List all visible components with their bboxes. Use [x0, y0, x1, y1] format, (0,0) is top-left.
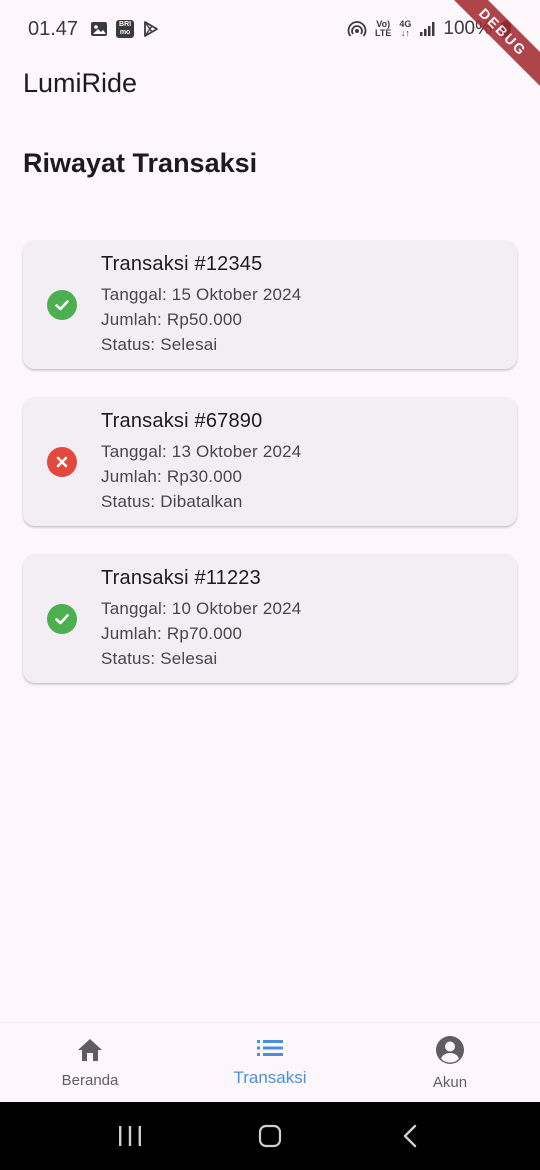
- signal-icon: [419, 21, 435, 37]
- list-icon: [256, 1037, 284, 1064]
- nav-item-transaksi[interactable]: Transaksi: [180, 1023, 360, 1103]
- app-title: LumiRide: [23, 68, 138, 98]
- volte-icon: Vo) LTE: [375, 20, 391, 38]
- bri-mo-icon: BRI mo: [116, 20, 135, 38]
- transaction-amount: Jumlah: Rp70.000: [101, 623, 243, 643]
- transaction-date: Tanggal: 10 Oktober 2024: [101, 598, 302, 618]
- transaction-status: Status: Dibatalkan: [101, 491, 243, 511]
- transaction-title: Transaksi #67890: [101, 409, 263, 432]
- transaction-amount: Jumlah: Rp50.000: [101, 309, 243, 329]
- transaction-body: Transaksi #67890 Tanggal: 13 Oktober 202…: [101, 410, 301, 514]
- transaction-date: Tanggal: 13 Oktober 2024: [101, 441, 302, 461]
- back-icon[interactable]: [380, 1106, 440, 1166]
- play-store-icon: [142, 20, 160, 38]
- transaction-body: Transaksi #12345 Tanggal: 15 Oktober 202…: [101, 253, 301, 357]
- transaction-amount: Jumlah: Rp30.000: [101, 466, 243, 486]
- status-bar: 01.47 BRI mo Vo) LTE 4G ↓↑ 100%: [0, 0, 540, 58]
- check-circle-icon: [47, 289, 77, 320]
- account-circle-icon: [435, 1035, 465, 1070]
- transaction-status: Status: Selesai: [101, 334, 218, 354]
- volte-bottom-text: LTE: [375, 28, 392, 38]
- status-left: 01.47 BRI mo: [28, 18, 160, 41]
- nav-label-akun: Akun: [432, 1073, 468, 1091]
- bottom-navigation: Beranda Transaksi Akun: [0, 1022, 540, 1102]
- status-time: 01.47: [28, 17, 79, 40]
- transaction-date: Tanggal: 15 Oktober 2024: [101, 284, 302, 304]
- nav-label-transaksi: Transaksi: [233, 1068, 307, 1087]
- hotspot-icon: [347, 20, 367, 38]
- transaction-card[interactable]: Transaksi #67890 Tanggal: 13 Oktober 202…: [23, 397, 517, 526]
- check-circle-icon: [47, 603, 77, 634]
- nav-label-beranda: Beranda: [61, 1071, 119, 1089]
- nav-item-akun[interactable]: Akun: [360, 1023, 540, 1103]
- transaction-title: Transaksi #12345: [101, 252, 263, 275]
- transaction-list: Transaksi #12345 Tanggal: 15 Oktober 202…: [23, 240, 517, 711]
- recents-icon[interactable]: [100, 1106, 160, 1166]
- home-icon: [76, 1037, 104, 1068]
- nav-item-beranda[interactable]: Beranda: [0, 1023, 180, 1103]
- bri-bottom-text: mo: [119, 29, 131, 36]
- system-navigation-bar: [0, 1102, 540, 1170]
- data-arrows: ↓↑: [400, 28, 410, 38]
- transaction-title: Transaksi #11223: [101, 566, 261, 589]
- transaction-card[interactable]: Transaksi #11223 Tanggal: 10 Oktober 202…: [23, 554, 517, 683]
- page-title: Riwayat Transaksi: [23, 148, 258, 178]
- transaction-status: Status: Selesai: [101, 648, 218, 668]
- image-icon: [90, 20, 108, 38]
- home-button-icon[interactable]: [240, 1106, 300, 1166]
- transaction-body: Transaksi #11223 Tanggal: 10 Oktober 202…: [101, 567, 301, 671]
- cancel-circle-icon: [47, 446, 77, 477]
- data-4g-icon: 4G ↓↑: [399, 20, 411, 38]
- transaction-card[interactable]: Transaksi #12345 Tanggal: 15 Oktober 202…: [23, 240, 517, 369]
- bri-top-text: BRI: [119, 21, 132, 28]
